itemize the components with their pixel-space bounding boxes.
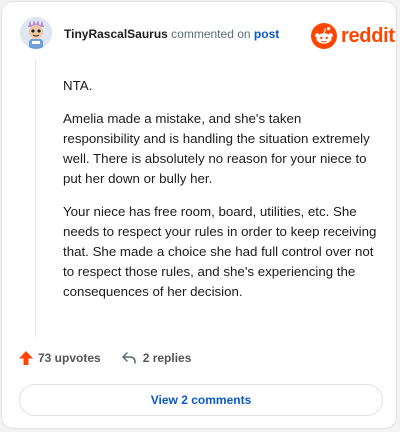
comment-paragraph: Amelia made a mistake, and she's taken r… xyxy=(63,111,370,186)
comment-header: TinyRascalSaurus commented on post xyxy=(64,27,279,41)
post-link[interactable]: post xyxy=(254,27,279,41)
comment-actions: 73 upvotes 2 replies xyxy=(18,350,191,366)
commented-on-text: commented on xyxy=(171,27,251,41)
thread-line[interactable] xyxy=(35,60,36,337)
view-comments-button[interactable]: View 2 comments xyxy=(19,384,383,416)
reply-count: 2 replies xyxy=(142,351,192,365)
reply-arrow-icon xyxy=(121,352,136,364)
comment-card: TinyRascalSaurus commented on post reddi… xyxy=(1,1,397,429)
avatar-character-icon xyxy=(20,17,52,49)
comment-paragraph: Your niece has free room, board, utiliti… xyxy=(63,204,377,299)
reddit-alien-icon xyxy=(311,23,337,49)
username[interactable]: TinyRascalSaurus xyxy=(64,27,168,41)
comment-body: NTA. Amelia made a mistake, and she's ta… xyxy=(63,76,381,315)
avatar[interactable] xyxy=(20,17,52,49)
comment-paragraph: NTA. xyxy=(63,78,93,93)
view-comments-label: View 2 comments xyxy=(150,393,252,407)
reddit-logo[interactable]: reddit xyxy=(311,23,395,49)
reddit-wordmark: reddit xyxy=(341,24,395,47)
replies-button[interactable]: 2 replies xyxy=(121,350,192,366)
upvote-arrow-icon xyxy=(19,351,33,365)
upvote-count: 73 upvotes xyxy=(38,351,101,365)
upvote-button[interactable]: 73 upvotes xyxy=(18,350,101,366)
